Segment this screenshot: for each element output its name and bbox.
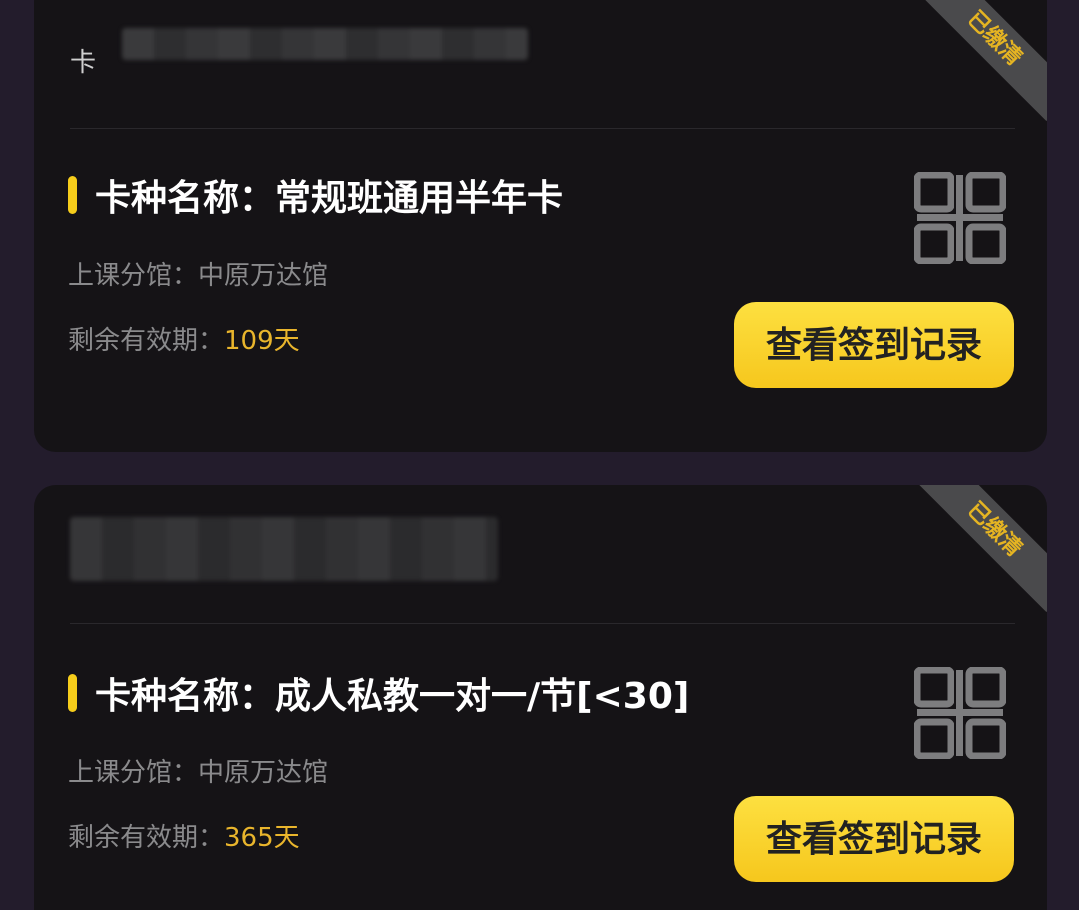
view-checkin-records-button[interactable]: 查看签到记录	[734, 302, 1014, 388]
redacted-card-number	[70, 517, 498, 581]
card-type-value: 常规班通用半年卡	[275, 178, 564, 219]
branch-value: 中原万达馆	[198, 261, 329, 291]
branch-label: 上课分馆：	[68, 261, 199, 291]
paid-badge-label: 已缴清	[911, 485, 1047, 613]
accent-bar	[68, 176, 77, 214]
card-header: 卡	[70, 20, 1011, 110]
membership-card[interactable]: 卡 已缴清 卡种名称： 常规班通用半年卡 上课分馆：中原万达馆 剩余有效期：10…	[34, 0, 1047, 452]
membership-card-list: 卡 已缴清 卡种名称： 常规班通用半年卡 上课分馆：中原万达馆 剩余有效期：10…	[0, 0, 1079, 910]
validity-label: 剩余有效期：	[68, 823, 225, 853]
branch-value: 中原万达馆	[198, 758, 329, 788]
validity-row: 剩余有效期：365天	[68, 817, 300, 854]
membership-card[interactable]: 已缴清 卡种名称： 成人私教一对一/节[<30] 上课分馆：中原万达馆 剩余有效…	[34, 485, 1047, 910]
card-number: 卡	[70, 48, 97, 78]
paid-badge-label: 已缴清	[911, 0, 1047, 122]
validity-value: 365天	[224, 823, 300, 853]
divider	[70, 128, 1015, 129]
divider	[70, 623, 1015, 624]
branch-label: 上课分馆：	[68, 758, 199, 788]
accent-bar	[68, 674, 77, 712]
validity-label: 剩余有效期：	[68, 326, 225, 356]
validity-row: 剩余有效期：109天	[68, 320, 300, 357]
card-type-value: 成人私教一对一/节[<30]	[275, 676, 690, 717]
card-type-row: 卡种名称： 成人私教一对一/节[<30]	[68, 667, 689, 719]
redacted-card-number	[122, 28, 528, 60]
card-type-label: 卡种名称：	[95, 178, 276, 219]
qr-code-icon[interactable]	[914, 172, 1006, 264]
branch-row: 上课分馆：中原万达馆	[68, 255, 328, 292]
card-header	[70, 505, 1011, 595]
qr-code-icon[interactable]	[914, 667, 1006, 759]
validity-value: 109天	[224, 326, 300, 356]
view-checkin-records-button[interactable]: 查看签到记录	[734, 796, 1014, 882]
paid-badge: 已缴清	[897, 0, 1047, 130]
branch-row: 上课分馆：中原万达馆	[68, 752, 328, 789]
card-type-row: 卡种名称： 常规班通用半年卡	[68, 169, 563, 221]
paid-badge: 已缴清	[897, 485, 1047, 635]
card-type-label: 卡种名称：	[95, 676, 276, 717]
